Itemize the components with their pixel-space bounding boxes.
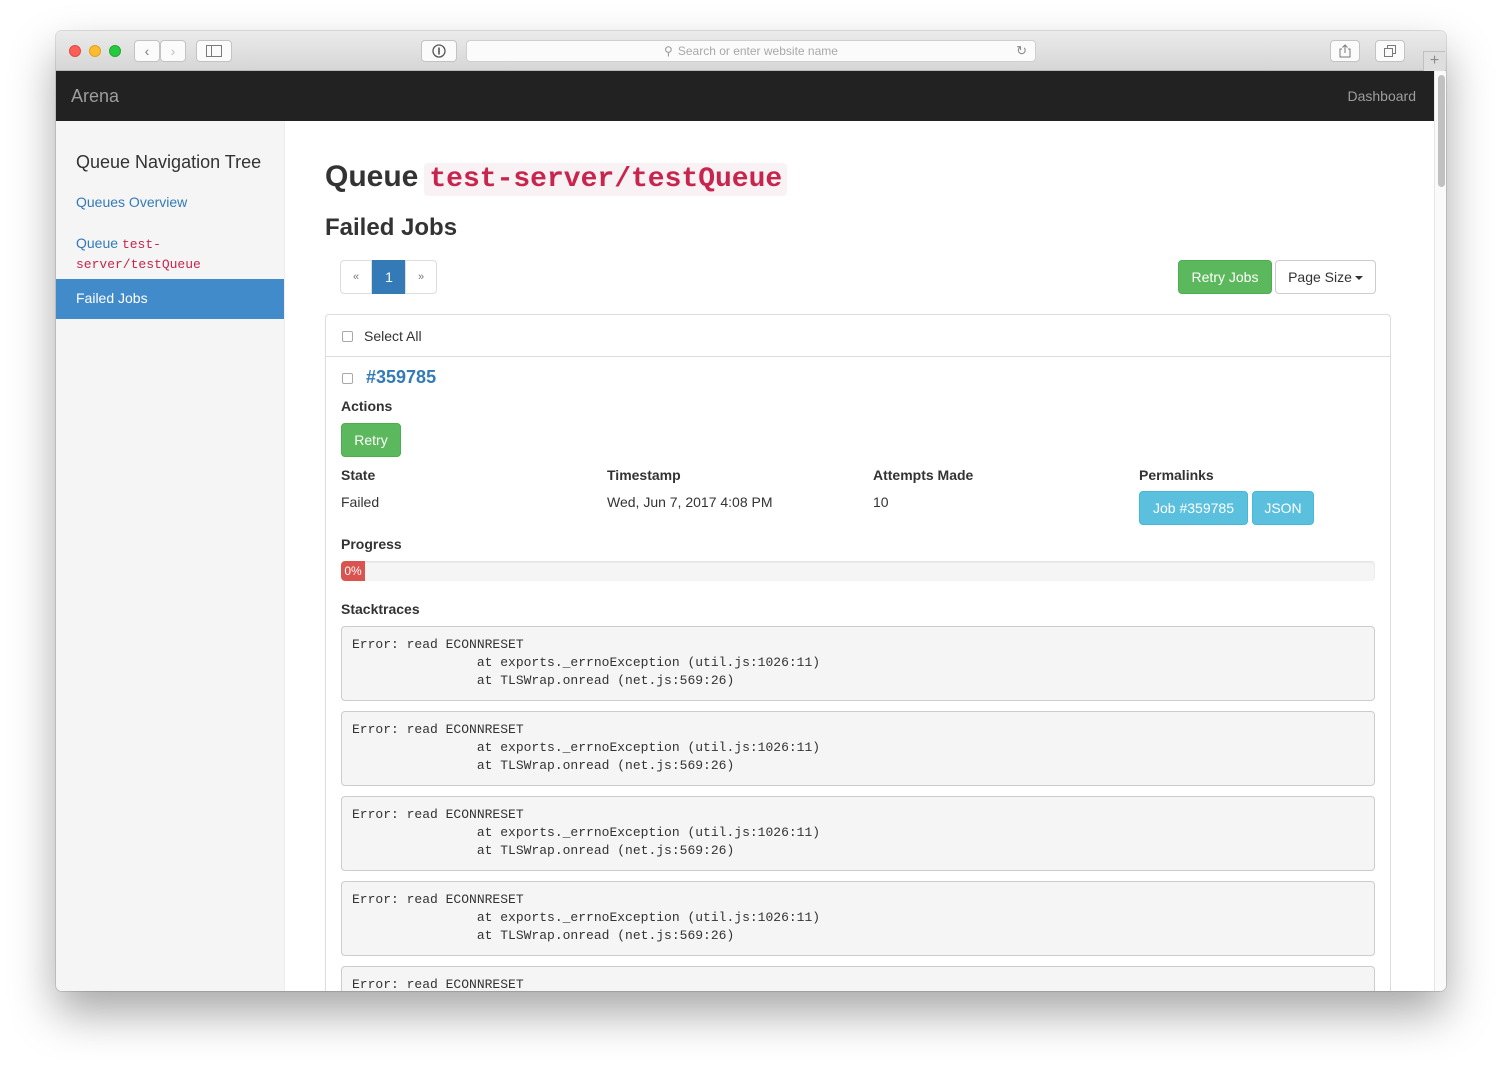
new-tab-button[interactable]: + — [1423, 51, 1445, 71]
page-size-label: Page Size — [1288, 269, 1352, 285]
back-button[interactable]: ‹ — [134, 40, 160, 62]
job-checkbox[interactable] — [342, 373, 353, 384]
actions-label: Actions — [341, 398, 393, 414]
plus-icon: + — [1429, 52, 1440, 69]
queue-name-code: test-server/testQueue — [424, 163, 788, 196]
page-title: Queue test-server/testQueue — [325, 160, 788, 196]
stacktraces-label: Stacktraces — [341, 601, 420, 617]
sidebar-toggle-button[interactable] — [196, 40, 232, 62]
sidebar-item-queues-overview[interactable]: Queues Overview — [76, 194, 187, 210]
close-window-button[interactable] — [69, 45, 81, 57]
privacy-report-button[interactable] — [421, 40, 457, 62]
timestamp-value: Wed, Jun 7, 2017 4:08 PM — [607, 494, 773, 510]
panel-header: Select All — [326, 315, 1390, 357]
permalink-job-button[interactable]: Job #359785 — [1139, 491, 1248, 525]
progress-bar: 0% — [341, 561, 365, 581]
brand-link[interactable]: Arena — [71, 86, 119, 107]
stacktrace-block: Error: read ECONNRESET — [341, 966, 1375, 991]
address-bar[interactable]: ⚲ Search or enter website name ↻ — [466, 40, 1036, 62]
chevron-left-icon: ‹ — [144, 43, 150, 59]
pagination-next[interactable]: » — [405, 260, 437, 294]
chevron-right-icon: › — [170, 43, 176, 59]
stacktrace-block: Error: read ECONNRESET at exports._errno… — [341, 796, 1375, 871]
page-title-prefix: Queue — [325, 160, 419, 193]
progress-label: Progress — [341, 536, 402, 552]
sidebar-icon — [206, 45, 222, 57]
main-content: Queue test-server/testQueue Failed Jobs «… — [325, 121, 1391, 991]
stacktrace-block: Error: read ECONNRESET at exports._errno… — [341, 711, 1375, 786]
permalink-json-button[interactable]: JSON — [1252, 491, 1314, 525]
state-value: Failed — [341, 494, 380, 510]
scrollbar-thumb[interactable] — [1438, 75, 1445, 187]
tabs-icon — [1384, 45, 1396, 57]
stacktrace-block: Error: read ECONNRESET at exports._errno… — [341, 626, 1375, 701]
sidebar-title: Queue Navigation Tree — [76, 152, 262, 172]
state-label: State — [341, 467, 376, 483]
pagination: « 1 » — [340, 260, 437, 294]
sidebar-item-failed-jobs[interactable]: Failed Jobs — [56, 279, 284, 319]
sidebar: Queue Navigation Tree Queues Overview Qu… — [56, 121, 285, 991]
sidebar-item-queue[interactable]: Queue test-server/testQueue — [76, 234, 266, 274]
reload-icon[interactable]: ↻ — [1016, 41, 1027, 61]
page-size-dropdown[interactable]: Page Size — [1275, 260, 1376, 294]
attempts-label: Attempts Made — [873, 467, 974, 483]
timestamp-label: Timestamp — [607, 467, 681, 483]
job-id-link[interactable]: #359785 — [366, 367, 436, 388]
address-placeholder: Search or enter website name — [677, 44, 838, 58]
minimize-window-button[interactable] — [89, 45, 101, 57]
progress-track: 0% — [341, 561, 1375, 581]
search-icon: ⚲ — [664, 44, 673, 58]
retry-button[interactable]: Retry — [341, 423, 401, 457]
forward-button[interactable]: › — [160, 40, 186, 62]
browser-toolbar: ‹ › ⚲ Search or enter website name ↻ + — [56, 31, 1446, 71]
attempts-value: 10 — [873, 494, 889, 510]
sidebar-item-queue-label: Queue — [76, 235, 119, 251]
select-all-label: Select All — [364, 328, 422, 344]
pagination-page-current[interactable]: 1 — [372, 260, 406, 294]
tabs-overview-button[interactable] — [1375, 40, 1405, 62]
stacktrace-block: Error: read ECONNRESET at exports._errno… — [341, 881, 1375, 956]
retry-jobs-button[interactable]: Retry Jobs — [1178, 260, 1272, 294]
jobs-panel: Select All #359785 Actions Retry State F… — [325, 314, 1391, 991]
select-all-checkbox[interactable] — [342, 331, 353, 342]
browser-window: ‹ › ⚲ Search or enter website name ↻ + A… — [56, 31, 1446, 991]
caret-down-icon — [1354, 276, 1363, 281]
share-button[interactable] — [1330, 40, 1360, 62]
page-scrollbar[interactable] — [1434, 71, 1446, 991]
section-title: Failed Jobs — [325, 214, 458, 241]
info-circle-icon — [432, 44, 446, 58]
permalinks-label: Permalinks — [1139, 467, 1214, 483]
share-icon — [1339, 44, 1351, 58]
zoom-window-button[interactable] — [109, 45, 121, 57]
pagination-prev[interactable]: « — [340, 260, 372, 294]
dashboard-link[interactable]: Dashboard — [1348, 88, 1417, 104]
app-navbar: Arena Dashboard — [56, 71, 1446, 121]
